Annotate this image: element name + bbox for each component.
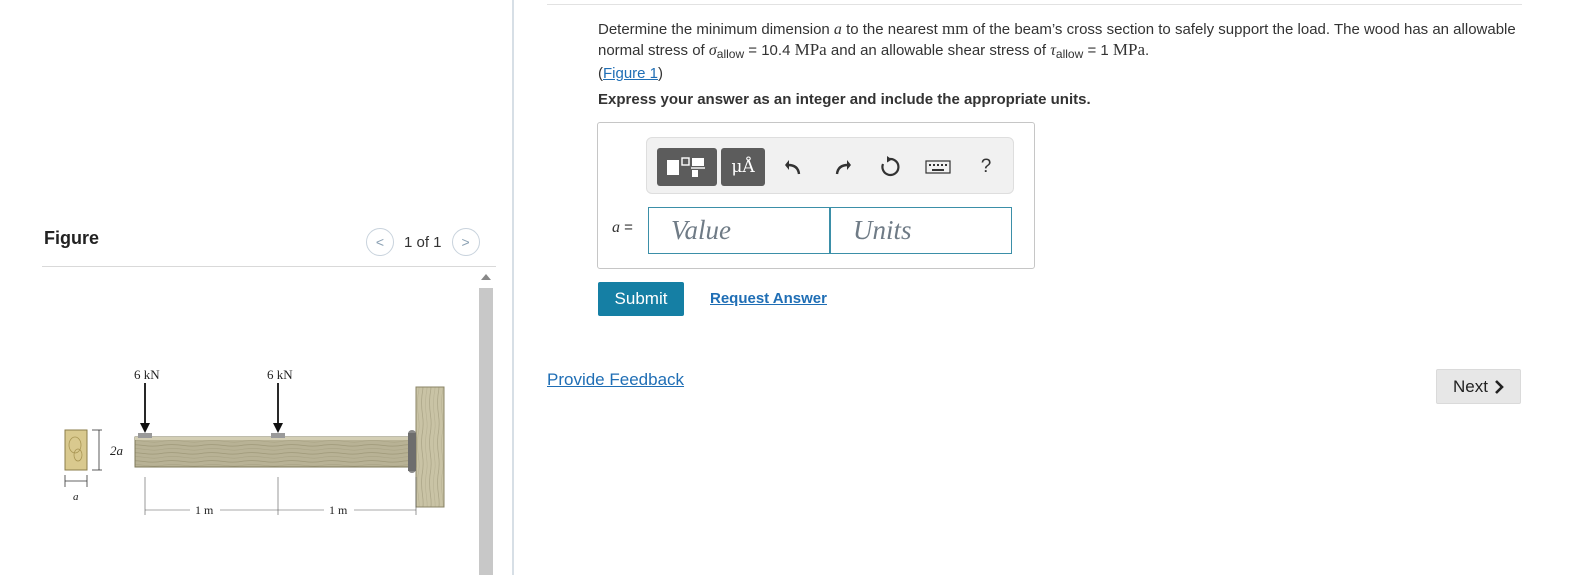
load-label-left: 6 kN	[134, 367, 160, 382]
units-symbol: μÅ	[731, 157, 755, 177]
keyboard-icon	[925, 160, 951, 174]
span-label-right: 1 m	[329, 503, 348, 517]
value-input[interactable]	[648, 207, 830, 254]
undo-icon	[785, 160, 801, 175]
panel-divider[interactable]	[512, 0, 514, 575]
chevron-right-icon: >	[461, 234, 470, 250]
beam-figure: 6 kN 6 kN 2a a 1 m 1 m	[64, 367, 445, 517]
help-icon: ?	[980, 156, 992, 177]
keyboard-button[interactable]	[923, 152, 953, 182]
units-button[interactable]: μÅ	[721, 148, 765, 186]
figure-link[interactable]: Figure 1	[603, 65, 658, 82]
units-input[interactable]	[830, 207, 1012, 254]
cross-section-width-label: a	[73, 491, 79, 503]
figure-pagination: < 1 of 1 >	[366, 228, 480, 256]
redo-button[interactable]	[827, 152, 857, 182]
scrollbar-thumb[interactable]	[479, 288, 493, 575]
provide-feedback-link[interactable]: Provide Feedback	[547, 370, 684, 390]
beam	[134, 436, 417, 468]
math-toolbar: μÅ ?	[646, 137, 1014, 194]
chevron-left-icon: <	[375, 234, 385, 250]
redo-icon	[835, 160, 851, 175]
question-text: Determine the minimum dimension a to the…	[598, 19, 1516, 82]
load-plate-left	[138, 433, 152, 438]
figure-divider	[42, 266, 496, 267]
undo-button[interactable]	[779, 152, 809, 182]
reset-icon	[881, 156, 900, 177]
request-answer-link[interactable]: Request Answer	[710, 290, 827, 307]
figure-scrollbar[interactable]	[478, 270, 494, 575]
figure-prev-button[interactable]: <	[366, 228, 394, 256]
top-divider	[547, 4, 1522, 5]
cross-section-height-label: 2a	[110, 443, 124, 458]
load-plate-right	[271, 433, 285, 438]
figure-next-button[interactable]: >	[451, 228, 480, 256]
help-button[interactable]: ?	[971, 152, 1001, 182]
figure-panel: Figure < 1 of 1 > 6 kN 6 kN 2a a 1 m 1 m	[0, 0, 512, 575]
answer-variable-label: a =	[612, 219, 633, 236]
figure-title: Figure	[44, 228, 100, 248]
submit-button[interactable]: Submit	[598, 282, 684, 316]
chevron-right-icon	[1495, 379, 1504, 394]
scroll-up-icon[interactable]	[481, 274, 491, 280]
load-label-right: 6 kN	[267, 367, 293, 382]
answer-box: μÅ ? a =	[597, 122, 1035, 269]
answer-instruction: Express your answer as an integer and in…	[598, 91, 1091, 108]
next-label: Next	[1453, 376, 1488, 396]
figure-counter: 1 of 1	[404, 233, 442, 251]
templates-button[interactable]	[657, 148, 717, 186]
reset-button[interactable]	[875, 152, 905, 182]
fixed-wall	[415, 386, 445, 508]
next-button[interactable]: Next	[1436, 369, 1521, 404]
templates-icon	[667, 157, 705, 177]
span-label-left: 1 m	[195, 503, 214, 517]
